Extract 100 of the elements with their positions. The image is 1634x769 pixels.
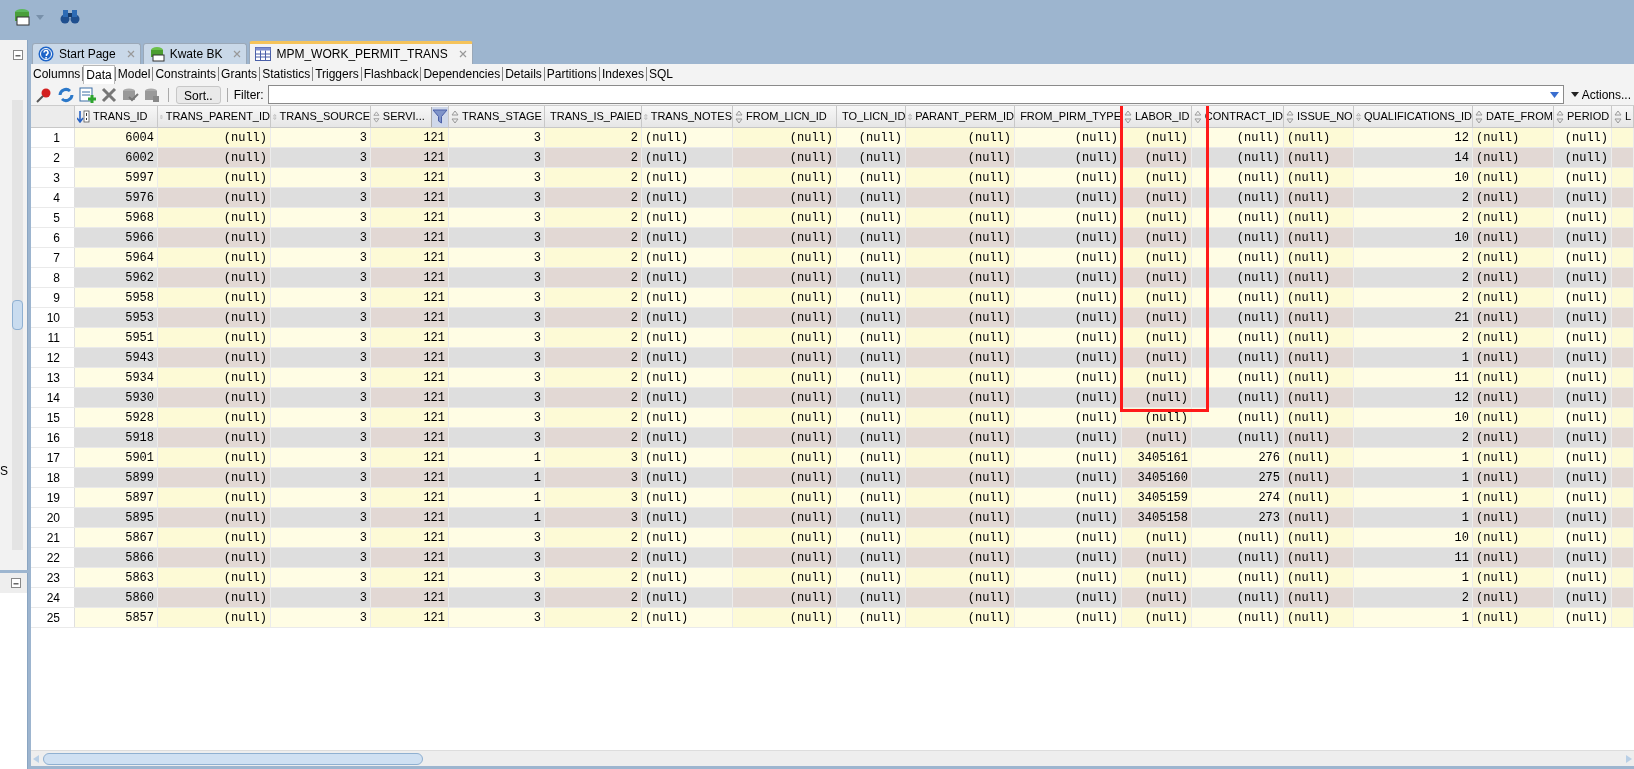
table-cell: (null)	[1192, 428, 1284, 447]
binoculars-icon[interactable]	[60, 9, 80, 25]
editor-tab[interactable]: Kwate BK	[142, 43, 248, 64]
table-cell: 3	[271, 428, 371, 447]
table-cell: 2	[1354, 588, 1473, 607]
scroll-thumb[interactable]	[43, 752, 423, 765]
column-header[interactable]: TRANS_PARENT_ID	[158, 106, 271, 127]
close-icon[interactable]	[458, 50, 467, 58]
commit-icon[interactable]	[121, 86, 139, 103]
sub-tab[interactable]: Dependencies	[421, 64, 503, 84]
table-cell: (null)	[1554, 128, 1612, 147]
sub-tab[interactable]: Partitions	[544, 64, 599, 84]
table-cell: (null)	[1473, 608, 1554, 627]
column-header[interactable]: LABOR_ID	[1122, 106, 1192, 127]
table-cell: 121	[371, 508, 449, 527]
column-header[interactable]: TRANS_ID	[75, 106, 158, 127]
table-cell: 121	[371, 288, 449, 307]
table-cell: (null)	[1015, 368, 1122, 387]
sub-tab[interactable]: Flashback	[361, 64, 421, 84]
delete-icon[interactable]	[101, 86, 117, 103]
table-cell: 10	[1354, 408, 1473, 427]
sort-toggle-icon	[1194, 109, 1202, 124]
horizontal-scrollbar[interactable]	[31, 750, 1634, 766]
table-cell: 14	[1354, 148, 1473, 167]
column-header[interactable]: ISSUE_NO	[1284, 106, 1354, 127]
table-cell: (null)	[1473, 548, 1554, 567]
editor-tab[interactable]: MPM_WORK_PERMIT_TRANS	[249, 41, 473, 64]
rollback-icon[interactable]	[143, 86, 161, 103]
table-cell: (null)	[1122, 128, 1192, 147]
table-cell: (null)	[1015, 588, 1122, 607]
sub-tab[interactable]: Statistics	[260, 64, 313, 84]
table-cell: (null)	[906, 268, 1015, 287]
column-header[interactable]: L	[1612, 106, 1634, 127]
table-cell: 1	[1354, 488, 1473, 507]
column-header[interactable]: PARANT_PERM_ID	[906, 106, 1015, 127]
table-cell: 121	[371, 428, 449, 447]
column-header[interactable]: QUALIFICATIONS_ID	[1354, 106, 1473, 127]
table-cell: (null)	[837, 348, 906, 367]
table-cell: (null)	[642, 448, 733, 467]
table-cell: (null)	[1554, 388, 1612, 407]
table-cell: (null)	[1473, 468, 1554, 487]
table-cell: 3	[271, 288, 371, 307]
table-cell: 1	[1354, 508, 1473, 527]
column-header[interactable]: TRANS_SOURCE	[271, 106, 371, 127]
table-cell: 1	[1354, 568, 1473, 587]
sub-tab[interactable]: Indexes	[599, 64, 646, 84]
table-cell: (null)	[158, 468, 271, 487]
database-icon[interactable]	[12, 7, 32, 27]
column-header[interactable]: SERVI...	[371, 106, 449, 127]
table-cell: (null)	[1284, 288, 1354, 307]
sub-tab[interactable]: Columns	[31, 64, 83, 84]
sort-button[interactable]: Sort..	[176, 85, 221, 104]
column-header[interactable]: TRANS_IS_PAIED	[545, 106, 642, 127]
column-header[interactable]: TRANS_NOTES	[642, 106, 733, 127]
table-cell: 3	[545, 508, 642, 527]
table-cell: (null)	[1554, 608, 1612, 627]
table-cell: (null)	[642, 228, 733, 247]
table-cell: (null)	[1473, 188, 1554, 207]
pin-icon[interactable]	[35, 86, 53, 103]
filter-field[interactable]	[267, 85, 1564, 104]
column-header[interactable]: PERIOD	[1554, 106, 1612, 127]
column-header[interactable]: DATE_FROM	[1473, 106, 1554, 127]
scroll-thumb[interactable]	[12, 300, 23, 330]
minimize-icon[interactable]	[12, 50, 23, 60]
sort-toggle-icon	[451, 109, 459, 124]
table-cell: (null)	[906, 148, 1015, 167]
dropdown-arrow-icon[interactable]	[1549, 91, 1559, 98]
refresh-icon[interactable]	[57, 86, 75, 103]
column-header[interactable]: FROM_LICN_ID	[733, 106, 837, 127]
sub-tab[interactable]: Data	[83, 64, 115, 84]
table-cell: (null)	[642, 508, 733, 527]
scrollbar[interactable]	[12, 100, 23, 550]
table-cell: 121	[371, 188, 449, 207]
close-icon[interactable]	[126, 50, 135, 58]
table-cell: (null)	[158, 528, 271, 547]
table-cell: 121	[371, 208, 449, 227]
column-header[interactable]: FROM_PIRM_TYPE	[1015, 106, 1122, 127]
table-cell: 1	[449, 508, 545, 527]
table-cell: (null)	[1122, 548, 1192, 567]
sub-tab[interactable]: Constraints	[153, 64, 219, 84]
column-header[interactable]: TO_LICN_ID	[837, 106, 906, 127]
table-cell: (null)	[1284, 208, 1354, 227]
table-cell: 2	[545, 248, 642, 267]
table-cell: 2	[545, 388, 642, 407]
close-icon[interactable]	[233, 50, 242, 58]
sub-tab[interactable]: Model	[115, 64, 153, 84]
table-cell: (null)	[1192, 228, 1284, 247]
table-cell: 2	[545, 608, 642, 627]
table-cell: (null)	[158, 128, 271, 147]
insert-row-icon[interactable]	[79, 86, 97, 103]
table-cell: (null)	[733, 468, 837, 487]
editor-tab[interactable]: Start Page	[32, 43, 141, 64]
minimize-icon[interactable]	[11, 578, 21, 588]
sub-tab[interactable]: Triggers	[313, 64, 361, 84]
sub-tab[interactable]: SQL	[646, 64, 675, 84]
column-header[interactable]: TRANS_STAGE	[449, 106, 545, 127]
table-cell: 121	[371, 168, 449, 187]
table-cell: 3	[449, 588, 545, 607]
sub-tab[interactable]: Details	[503, 64, 544, 84]
sub-tab[interactable]: Grants	[219, 64, 260, 84]
